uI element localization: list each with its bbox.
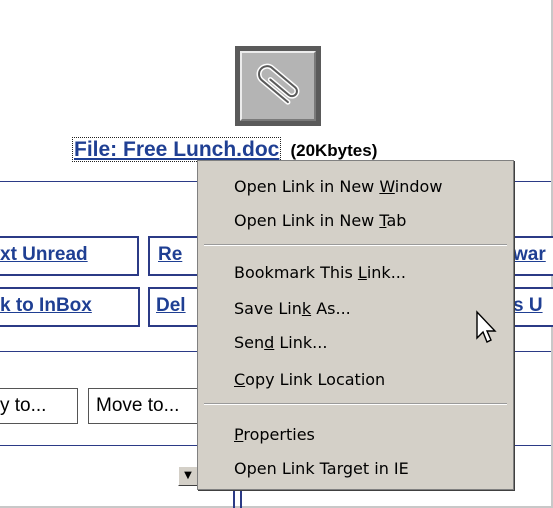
context-menu: Open Link in New Window Open Link in New… xyxy=(197,160,514,490)
next-unread-button[interactable]: xt Unread xyxy=(0,236,139,276)
menu-item-send-link[interactable]: Send Link... xyxy=(234,329,327,357)
menu-item-open-in-ie[interactable]: Open Link Target in IE xyxy=(234,455,409,483)
folder-dropdown-button[interactable]: ▼ xyxy=(178,466,198,486)
chevron-down-icon: ▼ xyxy=(184,470,192,481)
back-to-inbox-button[interactable]: k to InBox xyxy=(0,287,140,327)
attachment-size: (20Kbytes) xyxy=(290,141,378,160)
menu-item-copy-link-location[interactable]: Copy Link Location xyxy=(234,366,385,394)
menu-item-properties[interactable]: Properties xyxy=(234,421,315,449)
menu-item-open-new-tab[interactable]: Open Link in New Tab xyxy=(234,207,406,235)
mouse-cursor-icon xyxy=(476,310,497,343)
move-to-button[interactable]: Move to... xyxy=(88,388,213,424)
paperclip-icon xyxy=(256,63,300,105)
menu-separator xyxy=(204,244,507,246)
attachment-button[interactable] xyxy=(235,46,321,126)
menu-item-open-new-window[interactable]: Open Link in New Window xyxy=(234,173,442,201)
menu-item-bookmark-link[interactable]: Bookmark This Link... xyxy=(234,259,406,287)
menu-item-save-link[interactable]: Save Link As... xyxy=(234,295,351,323)
attachment-button-face xyxy=(240,51,316,121)
menu-separator xyxy=(204,403,507,405)
attachment-link[interactable]: File: Free Lunch.doc xyxy=(72,137,282,162)
copy-to-button[interactable]: y to... xyxy=(0,388,78,424)
